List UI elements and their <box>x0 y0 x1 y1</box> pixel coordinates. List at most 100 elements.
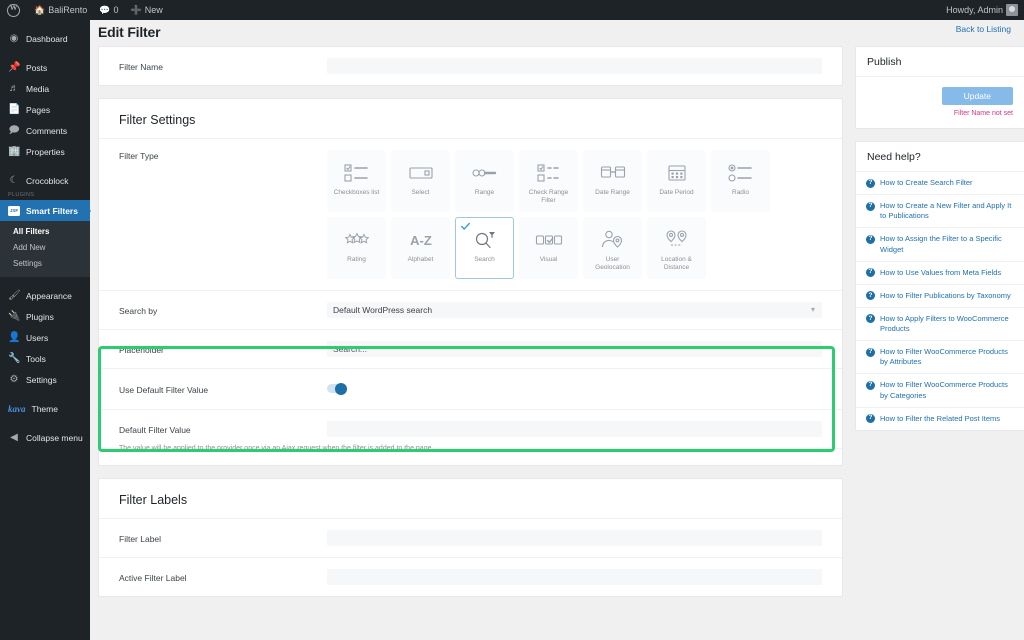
stars-icon <box>344 227 370 253</box>
sidebar-item-plugins[interactable]: 🔌 Plugins <box>0 306 90 327</box>
filter-type-select[interactable]: Select <box>391 150 450 212</box>
sidebar-item-tools[interactable]: 🔧 Tools <box>0 348 90 369</box>
select-box-icon <box>408 160 434 186</box>
help-link-label: How to Filter the Related Post Items <box>880 413 1001 423</box>
sidebar-item-label: Appearance <box>26 290 72 301</box>
plus-icon: ➕ <box>130 4 142 15</box>
filter-type-grid: Checkboxes list Select Range Check Range… <box>327 150 822 279</box>
sidebar-item-users[interactable]: 👤 Users <box>0 327 90 348</box>
wordpress-logo-menu[interactable] <box>0 0 28 20</box>
active-filter-label-control <box>327 569 822 585</box>
svg-text:A-Z: A-Z <box>410 233 432 248</box>
sidebar-item-pages[interactable]: 📄 Pages <box>0 99 90 120</box>
user-geolocation-icon <box>600 227 626 253</box>
filter-label-input[interactable] <box>327 530 822 546</box>
search-by-control: Default WordPress search ▾ <box>327 302 822 318</box>
filter-type-card-label: Rating <box>347 256 366 263</box>
filter-type-check-range-filter[interactable]: Check Range Filter <box>519 150 578 212</box>
new-content-menu[interactable]: ➕ New <box>124 0 168 20</box>
help-link-label: How to Filter Publications by Taxonomy <box>880 290 1011 300</box>
page-title: Edit Filter <box>98 24 161 40</box>
submenu-item-all-filters[interactable]: All Filters <box>0 224 90 240</box>
default-filter-value-input[interactable] <box>327 421 822 437</box>
back-to-listing-link[interactable]: Back to Listing <box>956 24 1011 34</box>
need-help-panel: Need help? ? How to Create Search Filter… <box>855 141 1024 431</box>
sidebar-item-comments[interactable]: 🗩 Comments <box>0 120 90 141</box>
filter-type-user-geolocation[interactable]: User Geolocation <box>583 217 642 279</box>
columns: Filter Name Filter Settings Filter Type <box>90 46 1024 609</box>
question-mark-icon: ? <box>866 268 875 278</box>
filter-type-date-period[interactable]: Date Period <box>647 150 706 212</box>
help-link[interactable]: ? How to Create a New Filter and Apply I… <box>856 195 1024 229</box>
filter-type-checkboxes-list[interactable]: Checkboxes list <box>327 150 386 212</box>
sidebar-item-settings[interactable]: ⚙ Settings <box>0 369 90 390</box>
help-link[interactable]: ? How to Apply Filters to WooCommerce Pr… <box>856 308 1024 342</box>
filter-name-input[interactable] <box>327 58 822 74</box>
use-default-filter-value-toggle[interactable] <box>327 382 347 395</box>
sidebar-item-media[interactable]: ♬ Media <box>0 78 90 99</box>
search-funnel-icon <box>472 227 498 253</box>
sidebar-item-theme[interactable]: kava Theme <box>0 398 90 419</box>
filter-type-search[interactable]: Search <box>455 217 514 279</box>
update-button[interactable]: Update <box>941 87 1013 105</box>
account-menu[interactable]: Howdy, Admin <box>940 0 1024 20</box>
sidebar-item-label: Dashboard <box>26 33 68 44</box>
submenu-item-settings[interactable]: Settings <box>0 256 90 272</box>
filter-type-label: Filter Type <box>119 151 159 161</box>
help-link-label: How to Create a New Filter and Apply It … <box>880 201 1012 221</box>
search-by-row: Search by Default WordPress search ▾ <box>99 291 842 330</box>
placeholder-input[interactable]: Search... <box>327 341 822 357</box>
sidebar-item-label: Properties <box>26 146 65 157</box>
site-name-menu[interactable]: 🏠 BaliRento <box>28 0 93 20</box>
filter-type-location-distance[interactable]: Location & Distance <box>647 217 706 279</box>
range-slider-icon <box>471 160 498 186</box>
location-distance-icon <box>664 227 690 253</box>
filter-type-visual[interactable]: Visual <box>519 217 578 279</box>
sidebar-gap-2 <box>0 162 90 170</box>
help-link[interactable]: ? How to Filter WooCommerce Products by … <box>856 341 1024 375</box>
sidebar-top-gap <box>0 20 90 28</box>
filter-label-control <box>327 530 822 546</box>
submenu-item-add-new[interactable]: Add New <box>0 240 90 256</box>
help-link[interactable]: ? How to Filter the Related Post Items <box>856 408 1024 430</box>
sidebar-item-properties[interactable]: 🏢 Properties <box>0 141 90 162</box>
filter-type-card-label: Select <box>411 189 430 196</box>
radio-list-icon <box>727 160 754 186</box>
filter-name-panel: Filter Name <box>98 46 843 86</box>
help-link-label: How to Apply Filters to WooCommerce Prod… <box>880 313 1009 333</box>
sidebar-collapse-menu[interactable]: ◀ Collapse menu <box>0 427 90 448</box>
filter-type-card-label: Date Range <box>595 189 630 196</box>
help-link[interactable]: ? How to Use Values from Meta Fields <box>856 262 1024 285</box>
check-range-icon <box>536 160 562 186</box>
filter-label-label: Filter Label <box>119 533 162 544</box>
filter-type-rating[interactable]: Rating <box>327 217 386 279</box>
active-filter-label-input[interactable] <box>327 569 822 585</box>
publish-panel: Publish Update Filter Name not set <box>855 46 1024 129</box>
question-mark-icon: ? <box>866 234 875 244</box>
help-link[interactable]: ? How to Assign the Filter to a Specific… <box>856 228 1024 262</box>
filter-type-range[interactable]: Range <box>455 150 514 212</box>
sidebar-gap-5 <box>0 419 90 427</box>
comment-bubble-icon: 💬 <box>99 4 111 15</box>
filter-type-card-label: Checkboxes list <box>333 189 380 196</box>
filter-type-card-label: User Geolocation <box>595 256 630 272</box>
filter-type-radio[interactable]: Radio <box>711 150 770 212</box>
plug-icon: 🔌 <box>8 310 21 322</box>
sidebar-item-crocoblock[interactable]: ☾ Crocoblock <box>0 170 90 191</box>
help-link[interactable]: ? How to Filter Publications by Taxonomy <box>856 285 1024 308</box>
sidebar-item-label: Pages <box>26 104 51 115</box>
filter-labels-title: Filter Labels <box>99 479 842 519</box>
question-mark-icon: ? <box>866 314 875 324</box>
home-icon: 🏠 <box>34 4 46 15</box>
sidebar-item-posts[interactable]: 📌 Posts <box>0 57 90 78</box>
help-link[interactable]: ? How to Filter WooCommerce Products by … <box>856 374 1024 408</box>
search-by-select[interactable]: Default WordPress search ▾ <box>327 302 822 318</box>
filter-type-date-range[interactable]: Date Range <box>583 150 642 212</box>
help-link[interactable]: ? How to Create Search Filter <box>856 172 1024 196</box>
sidebar-item-appearance[interactable]: 🖌 Appearance <box>0 285 90 306</box>
brush-icon: 🖌 <box>8 289 21 301</box>
comments-menu[interactable]: 💬 0 <box>93 0 124 20</box>
sidebar-item-dashboard[interactable]: ◉ Dashboard <box>0 28 90 49</box>
filter-type-alphabet[interactable]: A-Z Alphabet <box>391 217 450 279</box>
sidebar-item-smart-filters[interactable]: JSF Smart Filters <box>0 200 91 221</box>
